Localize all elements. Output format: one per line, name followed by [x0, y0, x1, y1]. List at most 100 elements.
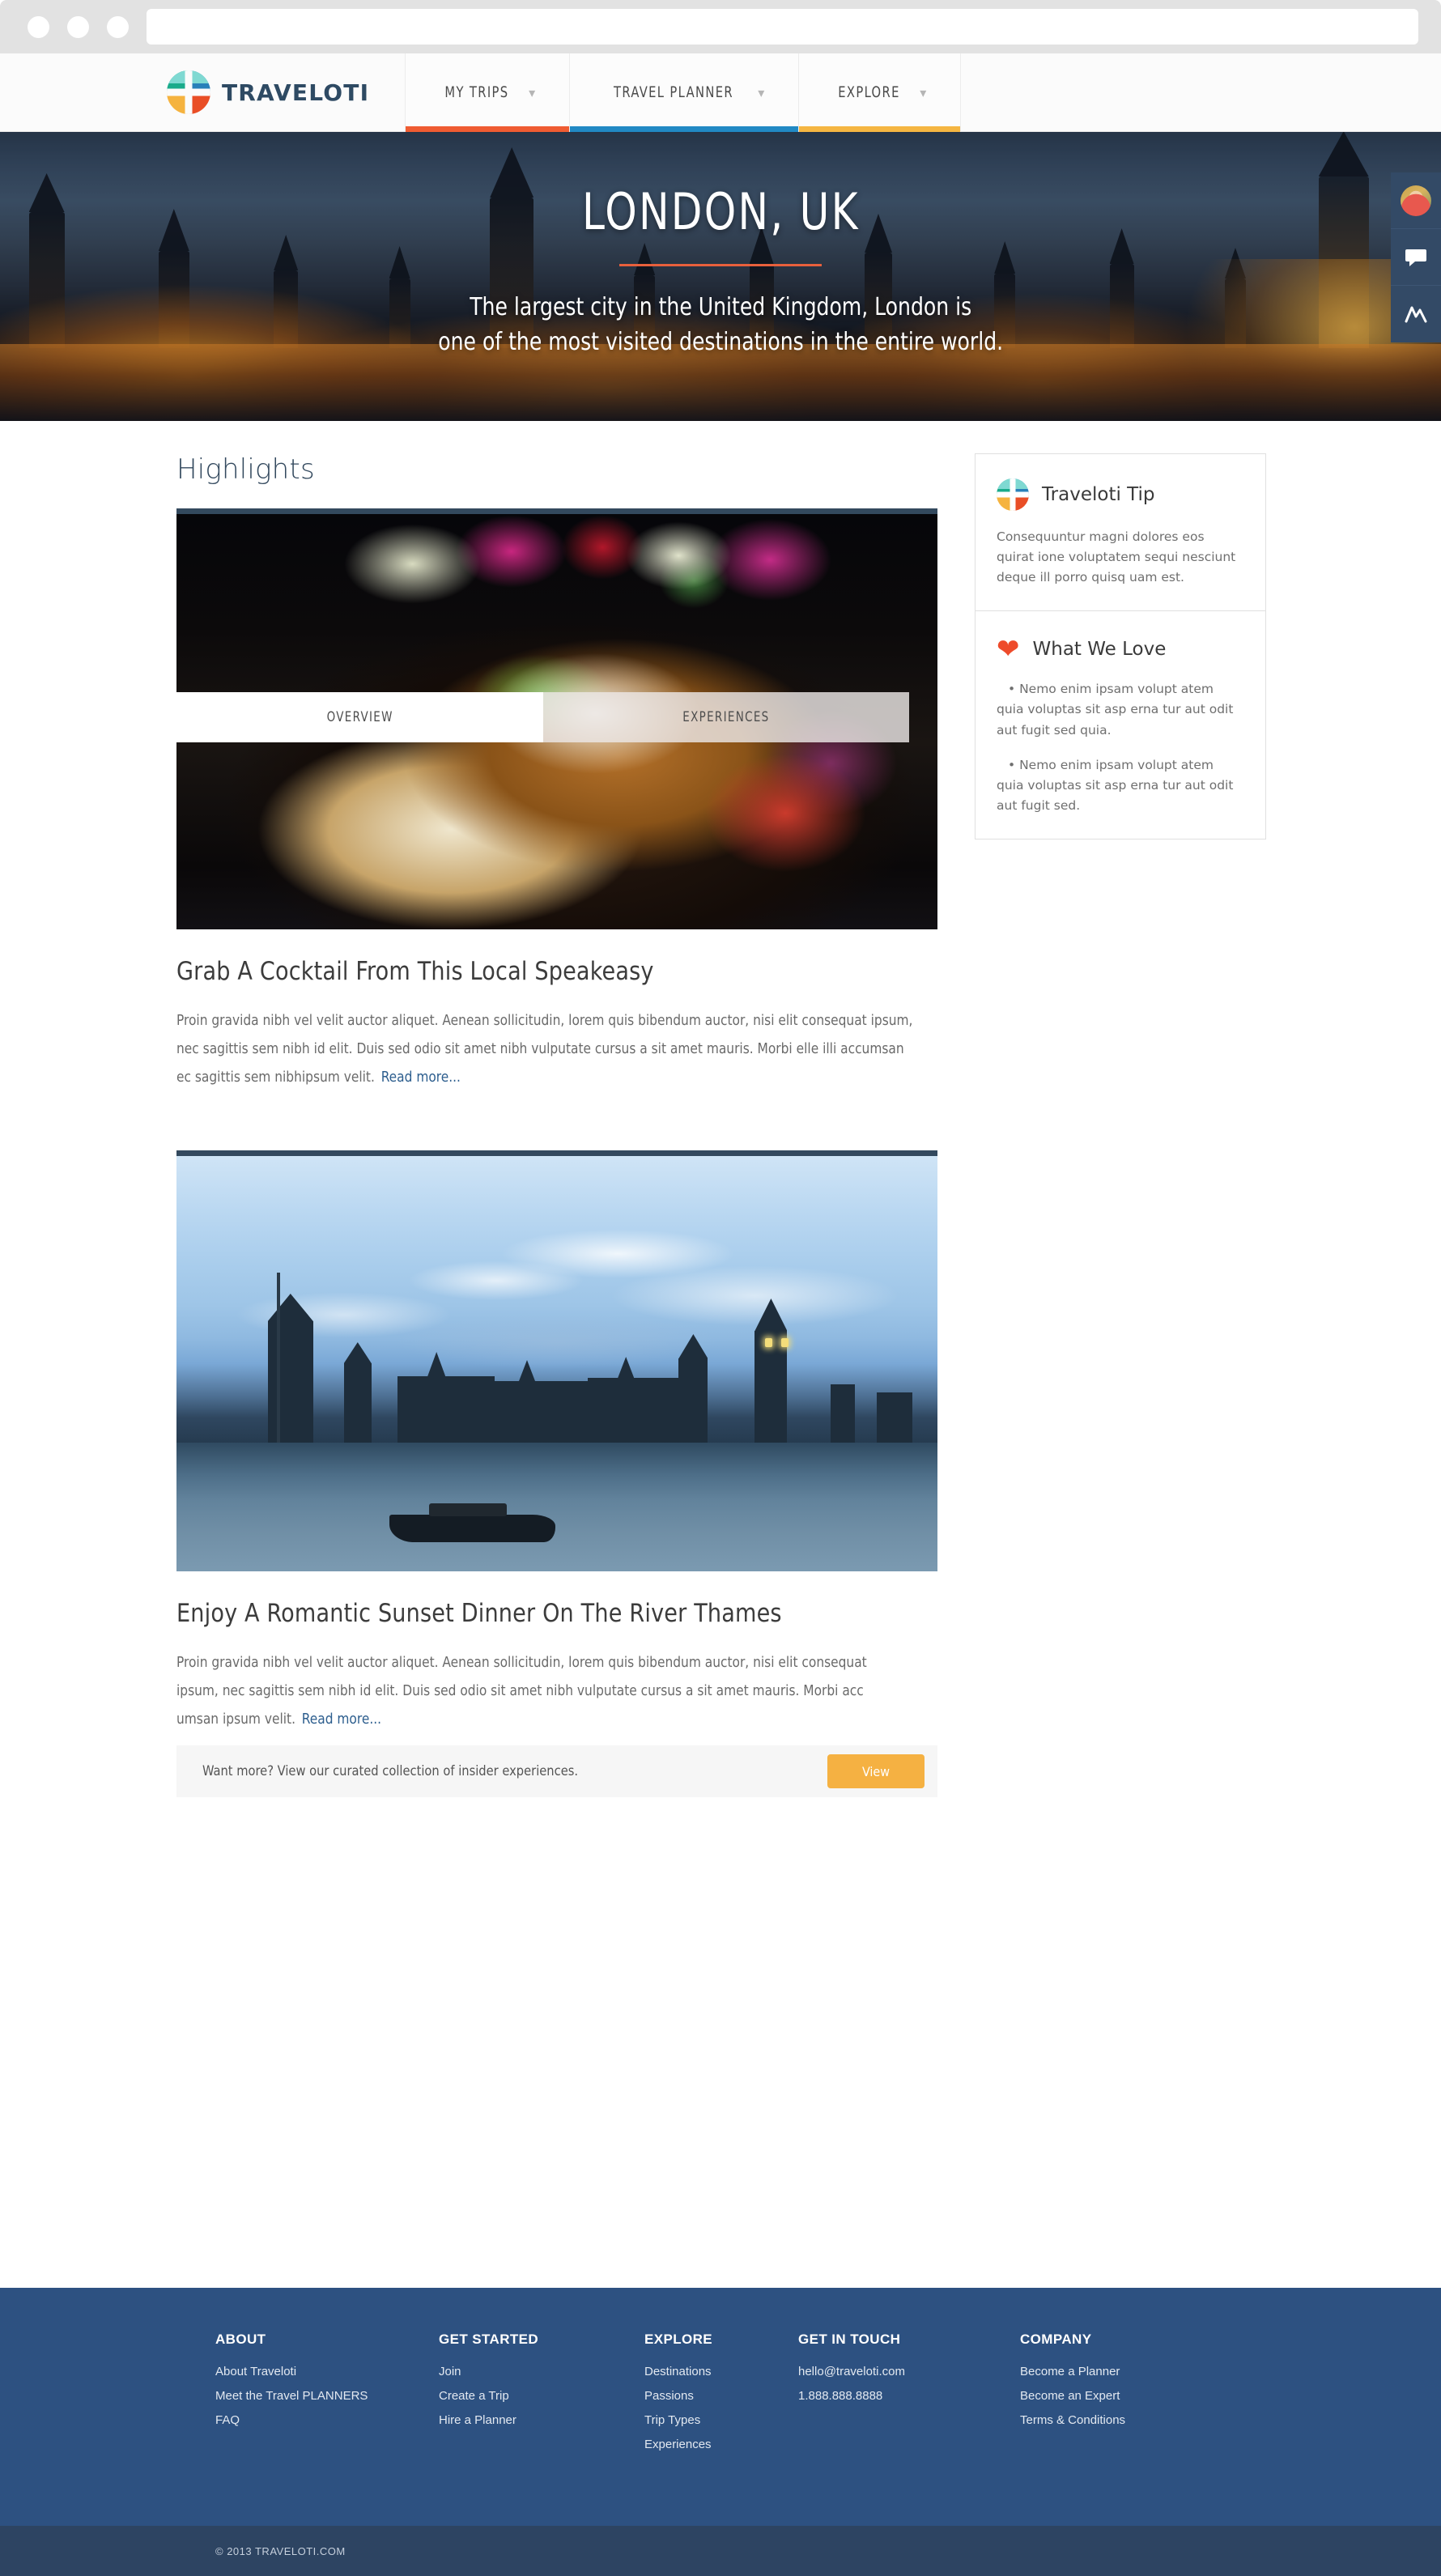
activity-icon [1405, 306, 1427, 323]
footer-link[interactable]: Meet the Travel PLANNERS [215, 2389, 439, 2403]
hero-subtitle-line-1: The largest city in the United Kingdom, … [470, 293, 971, 321]
love-bullet: • Nemo enim ipsam volupt atem quia volup… [997, 682, 1234, 738]
article-body-text: Proin gravida nibh vel velit auctor aliq… [176, 1013, 913, 1086]
user-avatar[interactable] [1391, 172, 1441, 229]
westminster-skyline [176, 1272, 937, 1443]
footer-link[interactable]: Passions [644, 2389, 798, 2403]
footer-email-link[interactable]: hello@traveloti.com [798, 2365, 1020, 2378]
tab-experiences[interactable]: EXPERIENCES [542, 692, 909, 742]
footer-link[interactable]: Hire a Planner [439, 2413, 644, 2427]
footer-link[interactable]: FAQ [215, 2413, 439, 2427]
site-navigation: TRAVELOTI MY TRIPS ▾ TRAVEL PLANNER ▾ EX… [0, 53, 1441, 132]
hero-content: LONDON, UK The largest city in the Unite… [0, 132, 1441, 421]
traveloti-logo-icon [997, 478, 1029, 511]
nav-item-label: TRAVEL PLANNER [614, 83, 734, 101]
boat [389, 1503, 556, 1543]
maximize-window-button[interactable] [107, 15, 129, 38]
article-body: Proin gravida nibh vel velit auctor aliq… [176, 1007, 922, 1092]
hero-divider [619, 264, 822, 266]
footer-column-get-in-touch: GET IN TOUCH hello@traveloti.com 1.888.8… [798, 2332, 1020, 2462]
clock-face-icon [764, 1337, 772, 1347]
tip-body: Consequuntur magni dolores eos quirat io… [997, 529, 1236, 585]
footer-columns: ABOUT About Traveloti Meet the Travel PL… [0, 2332, 1441, 2462]
tab-overview[interactable]: OVERVIEW [176, 692, 543, 742]
nav-item-accent [799, 126, 961, 132]
clock-face-icon [781, 1337, 789, 1347]
view-button[interactable]: View [827, 1754, 925, 1788]
footer-link[interactable]: Experiences [644, 2438, 798, 2451]
what-we-love-card: ❤ What We Love • Nemo enim ipsam volupt … [975, 611, 1266, 840]
hero-subtitle: The largest city in the United Kingdom, … [438, 291, 1003, 359]
footer-column-about: ABOUT About Traveloti Meet the Travel PL… [215, 2332, 439, 2462]
hero-banner: LONDON, UK The largest city in the Unite… [0, 132, 1441, 421]
footer-link[interactable]: Trip Types [644, 2413, 798, 2427]
address-bar[interactable] [147, 9, 1418, 45]
card-title: Traveloti Tip [1042, 484, 1155, 505]
traveloti-tip-card: Traveloti Tip Consequuntur magni dolores… [975, 453, 1266, 612]
traveloti-logo-icon [167, 70, 210, 114]
footer-heading: EXPLORE [644, 2332, 713, 2347]
section-title: Highlights [176, 453, 315, 486]
highlights-column: Highlights Grab A Cocktail From This Loc… [176, 453, 937, 1855]
activity-button[interactable] [1391, 286, 1441, 342]
footer-link[interactable]: Join [439, 2365, 644, 2378]
chevron-down-icon: ▾ [758, 84, 765, 100]
highlight-article: Grab A Cocktail From This Local Speakeas… [176, 508, 937, 1092]
copyright-bar: © 2013 TRAVELOTI.COM [0, 2526, 1441, 2576]
article-image-river-thames[interactable] [176, 1150, 937, 1571]
footer-heading: COMPANY [1020, 2332, 1092, 2347]
footer-column-get-started: GET STARTED Join Create a Trip Hire a Pl… [439, 2332, 644, 2462]
close-window-button[interactable] [28, 15, 49, 38]
article-body-text: Proin gravida nibh vel velit auctor aliq… [176, 1655, 867, 1728]
article-title: Enjoy A Romantic Sunset Dinner On The Ri… [176, 1599, 782, 1628]
chat-button[interactable] [1391, 229, 1441, 286]
thames-photo [176, 1156, 937, 1571]
nav-item-label: EXPLORE [838, 83, 901, 101]
read-more-link[interactable]: Read more... [381, 1069, 461, 1086]
avatar [1401, 185, 1431, 216]
tab-label: EXPERIENCES [682, 709, 770, 725]
river-water [176, 1442, 937, 1571]
nav-item-accent [406, 126, 570, 132]
footer-column-explore: EXPLORE Destinations Passions Trip Types… [644, 2332, 798, 2462]
window-controls [18, 15, 129, 38]
nav-item-travel-planner[interactable]: TRAVEL PLANNER ▾ [569, 53, 800, 132]
footer-link[interactable]: Become an Expert [1020, 2389, 1231, 2403]
nav-items: MY TRIPS ▾ TRAVEL PLANNER ▾ EXPLORE ▾ [405, 53, 962, 132]
tab-label: OVERVIEW [326, 709, 393, 725]
nav-item-my-trips[interactable]: MY TRIPS ▾ [405, 53, 571, 132]
sidebar-column: Traveloti Tip Consequuntur magni dolores… [975, 453, 1266, 1855]
nav-item-explore[interactable]: EXPLORE ▾ [798, 53, 962, 132]
heart-icon: ❤ [997, 633, 1020, 666]
footer-heading: GET STARTED [439, 2332, 539, 2347]
footer-link[interactable]: Create a Trip [439, 2389, 644, 2403]
chevron-down-icon: ▾ [920, 84, 927, 100]
browser-chrome [0, 0, 1441, 53]
card-header: Traveloti Tip [997, 478, 1244, 511]
brand-logo[interactable]: TRAVELOTI [0, 53, 405, 131]
site-footer: ABOUT About Traveloti Meet the Travel PL… [0, 2288, 1441, 2576]
footer-link[interactable]: About Traveloti [215, 2365, 439, 2378]
highlight-article: Enjoy A Romantic Sunset Dinner On The Ri… [176, 1150, 937, 1797]
copyright-text: © 2013 TRAVELOTI.COM [215, 2544, 346, 2557]
footer-heading: GET IN TOUCH [798, 2332, 901, 2347]
minimize-window-button[interactable] [67, 15, 89, 38]
chat-icon [1405, 249, 1426, 266]
footer-link[interactable]: Terms & Conditions [1020, 2413, 1231, 2427]
cta-text: Want more? View our curated collection o… [202, 1763, 579, 1779]
chevron-down-icon: ▾ [529, 84, 536, 100]
footer-heading: ABOUT [215, 2332, 266, 2347]
brand-name: TRAVELOTI [222, 79, 370, 106]
nav-item-accent [570, 126, 799, 132]
read-more-link[interactable]: Read more... [302, 1711, 381, 1728]
article-title: Grab A Cocktail From This Local Speakeas… [176, 957, 654, 986]
footer-link[interactable]: Destinations [644, 2365, 798, 2378]
main-content: Highlights Grab A Cocktail From This Loc… [0, 421, 1441, 2008]
article-body: Proin gravida nibh vel velit auctor aliq… [176, 1649, 874, 1734]
footer-phone-link[interactable]: 1.888.888.8888 [798, 2389, 1020, 2403]
card-header: ❤ What We Love [997, 635, 1244, 663]
footer-link[interactable]: Become a Planner [1020, 2365, 1231, 2378]
hero-subtitle-line-2: one of the most visited destinations in … [438, 327, 1003, 356]
experiences-cta-bar: Want more? View our curated collection o… [176, 1745, 937, 1797]
card-title: What We Love [1032, 639, 1167, 661]
